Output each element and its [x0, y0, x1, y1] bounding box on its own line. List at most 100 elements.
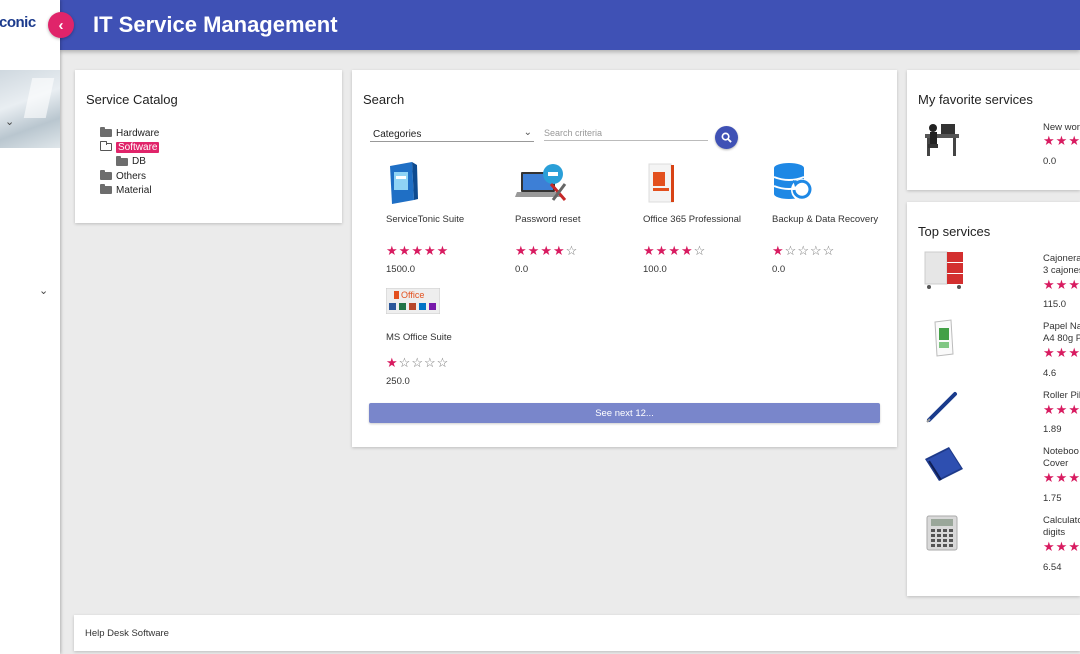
service-item-ms-office[interactable]: Office MS Office Suite ★☆☆☆☆ 250.0	[385, 287, 506, 387]
service-item-password-reset[interactable]: Password reset ★★★★☆ 0.0	[515, 162, 635, 275]
rating-stars: ★★★☆☆	[1043, 470, 1080, 486]
star-filled-icon: ★	[1068, 133, 1080, 148]
notebook-image[interactable]	[921, 443, 963, 485]
star-filled-icon: ★	[1068, 470, 1080, 485]
service-catalog-title: Service Catalog	[86, 92, 178, 107]
search-button[interactable]	[715, 126, 738, 149]
folder-icon	[100, 127, 112, 138]
category-select-value: Categories	[373, 129, 422, 140]
chevron-down-icon: ⌄	[523, 127, 532, 138]
software-box-image	[386, 162, 426, 204]
star-empty-icon: ☆	[436, 355, 450, 370]
top-service-name[interactable]: Calculato digits	[1043, 515, 1080, 539]
folder-open-icon	[100, 141, 112, 152]
chevron-down-icon[interactable]: ⌄	[5, 115, 14, 128]
top-service-line2: Cover	[1043, 458, 1069, 469]
tree-item-db[interactable]: DB	[100, 155, 159, 169]
star-filled-icon: ★	[1068, 402, 1080, 417]
top-service-name[interactable]: Papel Na A4 80g P	[1043, 321, 1080, 345]
star-empty-icon: ☆	[822, 243, 836, 258]
star-filled-icon: ★	[1055, 345, 1069, 360]
see-next-button[interactable]: See next 12...	[369, 403, 880, 423]
search-criteria-input[interactable]	[544, 126, 708, 141]
service-item-office365[interactable]: Office 365 Professional ★★★★☆ 100.0	[643, 162, 763, 275]
office-suite-banner-image: Office	[385, 287, 441, 315]
star-filled-icon: ★	[1068, 345, 1080, 360]
rating-stars: ★★★★★	[386, 244, 506, 258]
favorite-service-price: 0.0	[1043, 156, 1057, 167]
top-service-line2: 3 cajones	[1043, 265, 1080, 276]
top-service-line1: Roller Pil	[1043, 390, 1080, 401]
top-service-price: 4.6	[1043, 368, 1057, 379]
rating-stars: ★★★☆☆	[1043, 345, 1080, 361]
star-empty-icon: ☆	[411, 355, 424, 370]
star-filled-icon: ★	[1055, 277, 1069, 292]
tree-item-label: DB	[132, 156, 146, 168]
star-empty-icon: ☆	[398, 355, 412, 370]
service-price: 0.0	[515, 264, 529, 275]
star-filled-icon: ★	[772, 243, 785, 258]
paper-ream-image[interactable]	[921, 318, 963, 360]
tree-item-label: Material	[116, 184, 152, 196]
top-service-price: 115.0	[1043, 299, 1067, 310]
star-filled-icon: ★	[552, 243, 566, 258]
category-select[interactable]: Categories ⌄	[370, 127, 534, 142]
office-box-image	[643, 162, 683, 204]
workstation-image[interactable]	[921, 118, 963, 160]
top-service-name[interactable]: Roller Pil	[1043, 390, 1080, 402]
top-service-line2: digits	[1043, 527, 1066, 538]
tree-item-material[interactable]: Material	[100, 183, 159, 197]
tree-item-others[interactable]: Others	[100, 169, 159, 183]
search-title: Search	[363, 92, 405, 107]
service-name: MS Office Suite	[386, 332, 452, 343]
top-services-title: Top services	[918, 224, 991, 239]
app-header: IT Service Management	[60, 0, 1080, 50]
rating-stars: ★★★★☆	[643, 244, 763, 258]
tree-item-label: Others	[116, 170, 147, 182]
tree-item-label: Hardware	[116, 127, 160, 139]
top-services-card: Top services Cajonera 3 cajones ★★★☆☆ 11…	[907, 202, 1080, 596]
app-logo[interactable]: conic	[0, 14, 40, 31]
top-service-line1: Cajonera	[1043, 253, 1080, 264]
service-item-servicetonic[interactable]: ServiceTonic Suite ★★★★★ 1500.0	[386, 162, 506, 275]
database-restore-image	[772, 162, 816, 204]
service-price: 250.0	[386, 376, 410, 387]
service-item-backup[interactable]: Backup & Data Recovery ★☆☆☆☆ 0.0	[772, 162, 892, 275]
service-name: Backup & Data Recovery	[772, 214, 879, 225]
chevron-down-icon[interactable]: ⌄	[39, 284, 48, 297]
user-avatar[interactable]	[0, 70, 60, 148]
rating-stars: ★★★★☆	[515, 244, 635, 258]
star-filled-icon: ★	[1043, 277, 1056, 292]
sidebar: conic ⌄ ⌄	[0, 0, 60, 654]
service-price: 1500.0	[386, 264, 416, 275]
favorite-services-card: My favorite services New wor ★★★☆☆ 0.0	[907, 70, 1080, 190]
search-card: Search Categories ⌄ ServiceTonic Suite ★…	[352, 70, 897, 447]
star-filled-icon: ★	[1055, 133, 1069, 148]
laptop-tools-image	[515, 162, 571, 204]
star-filled-icon: ★	[1055, 470, 1069, 485]
star-filled-icon: ★	[655, 243, 669, 258]
star-filled-icon: ★	[668, 243, 681, 258]
rating-stars: ★☆☆☆☆	[772, 244, 892, 258]
star-empty-icon: ☆	[693, 243, 707, 258]
tree-item-hardware[interactable]: Hardware	[100, 126, 159, 140]
rating-stars: ★★★☆☆	[1043, 277, 1080, 293]
top-service-name[interactable]: Cajonera 3 cajones	[1043, 253, 1080, 277]
star-filled-icon: ★	[1068, 277, 1080, 292]
collapse-sidebar-button[interactable]: ‹	[48, 12, 74, 38]
star-filled-icon: ★	[1043, 539, 1056, 554]
calculator-image[interactable]	[921, 512, 963, 554]
pen-image[interactable]	[921, 386, 963, 428]
service-name: Password reset	[515, 214, 581, 225]
top-service-price: 6.54	[1043, 562, 1062, 573]
star-filled-icon: ★	[436, 243, 450, 258]
folder-icon	[100, 170, 112, 181]
folder-icon	[100, 184, 112, 195]
page-title: IT Service Management	[93, 12, 338, 37]
drawer-cabinet-image[interactable]	[921, 250, 963, 292]
top-service-name[interactable]: Noteboo Cover	[1043, 446, 1079, 470]
star-empty-icon: ☆	[797, 243, 810, 258]
tree-item-software[interactable]: Software	[100, 140, 160, 154]
star-filled-icon: ★	[398, 243, 412, 258]
star-filled-icon: ★	[423, 243, 437, 258]
